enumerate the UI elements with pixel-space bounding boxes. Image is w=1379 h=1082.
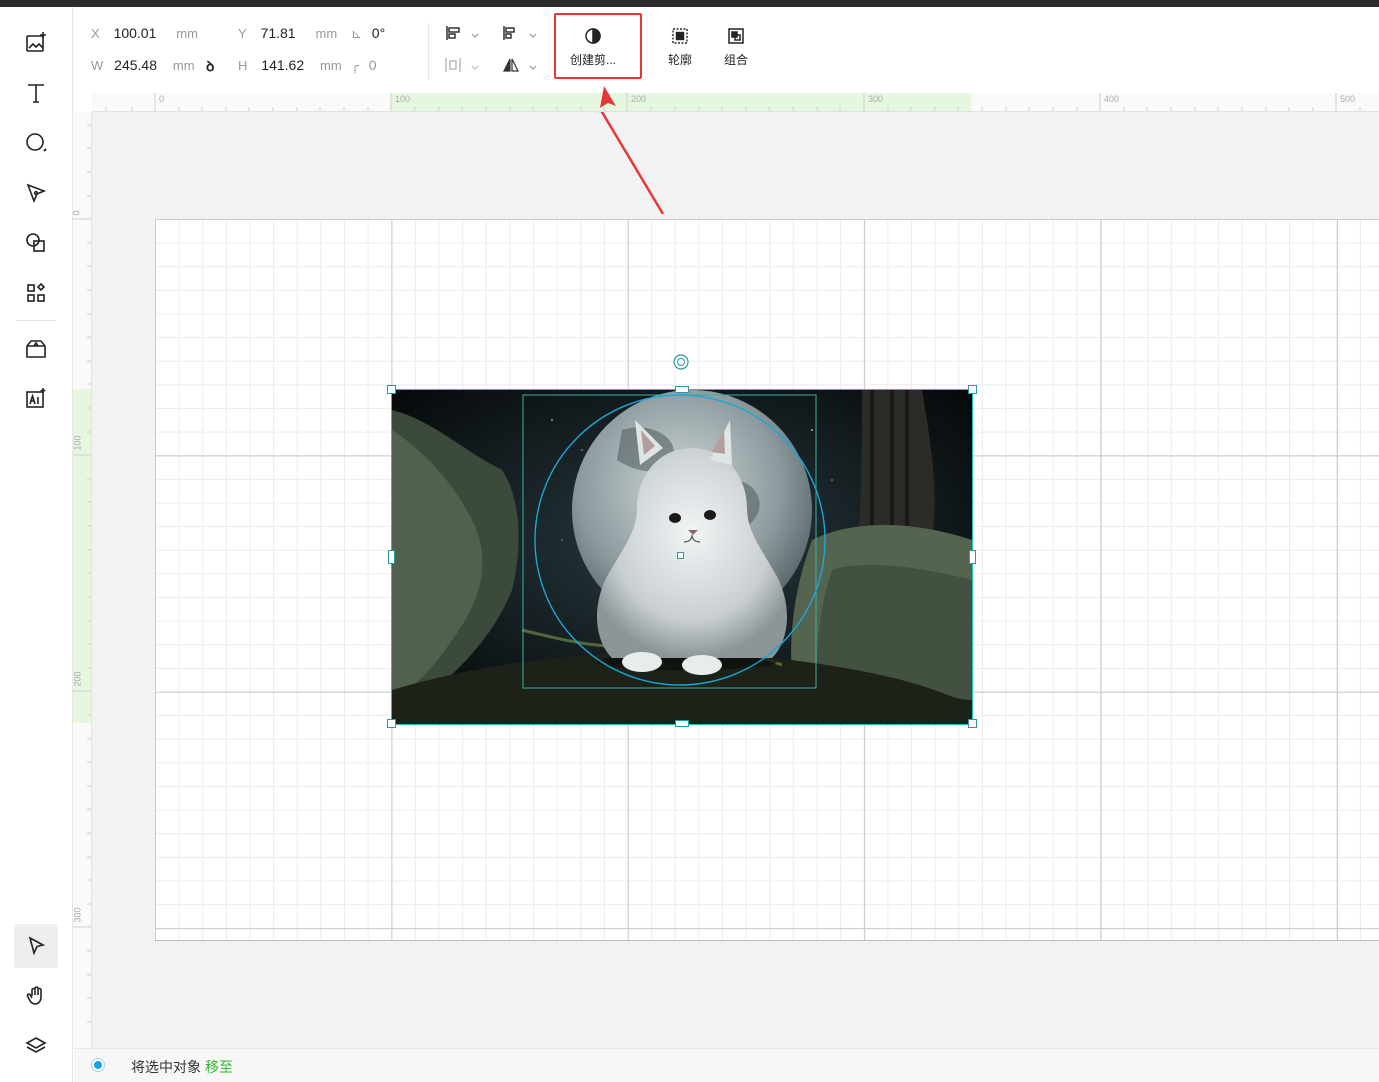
text-icon — [28, 84, 44, 103]
toolbar-divider — [16, 320, 56, 321]
canvas-area[interactable] — [92, 112, 1379, 1048]
add-image-icon — [26, 32, 46, 52]
resize-handle-top-right[interactable] — [968, 385, 977, 394]
x-field[interactable]: X 100.01 mm — [91, 25, 198, 41]
w-value[interactable]: 245.48 — [114, 57, 157, 73]
select-tool[interactable] — [14, 924, 58, 968]
window-top-strip — [0, 0, 1379, 7]
text-tool[interactable] — [14, 71, 58, 115]
property-toolbar: X 100.01 mm Y 71.81 mm ⊾ 0° W 245.48 mm … — [74, 7, 1379, 93]
align-horizontal-icon — [446, 26, 460, 40]
ruler-label: 500 — [1340, 94, 1356, 104]
lock-ratio-icon[interactable]: ꝺ — [206, 57, 214, 76]
add-image-tool[interactable] — [14, 21, 58, 65]
shapes-icon — [26, 233, 45, 252]
y-field[interactable]: Y 71.81 mm — [238, 25, 337, 41]
resize-handle-right[interactable] — [969, 550, 976, 564]
ruler-label: 100 — [73, 435, 83, 451]
annotation-arrow-icon — [600, 86, 616, 108]
ruler-label: 100 — [395, 94, 411, 104]
ruler-label: 200 — [631, 94, 647, 104]
y-unit: mm — [315, 26, 338, 41]
horizontal-ruler: 0 100 200 300 400 500 — [92, 93, 1379, 112]
highlight-box — [554, 13, 642, 79]
status-indicator-icon — [91, 1058, 105, 1072]
resize-handle-bottom[interactable] — [675, 720, 689, 727]
vertical-ruler: 0 100 200 300 — [73, 112, 92, 1048]
status-text: 将选中对象 — [131, 1059, 201, 1075]
w-unit: mm — [172, 58, 195, 73]
resize-handle-bottom-left[interactable] — [387, 719, 396, 728]
flip-icon — [503, 58, 519, 72]
chevron-down-icon — [529, 65, 537, 70]
material-tool[interactable] — [14, 327, 58, 371]
chevron-down-icon — [471, 65, 479, 70]
ruler-label: 300 — [73, 907, 83, 923]
x-label: X — [91, 26, 100, 41]
outline-icon — [672, 28, 688, 44]
corner-radius-field[interactable]: ╭ 0 — [351, 57, 377, 74]
y-label: Y — [238, 26, 247, 41]
resize-handle-top[interactable] — [675, 386, 689, 393]
ellipse-tool[interactable] — [14, 121, 58, 165]
corner-radius-icon: ╭ — [351, 58, 359, 73]
ruler-label: 0 — [159, 94, 165, 104]
x-value[interactable]: 100.01 — [114, 25, 157, 41]
layers-tool[interactable] — [14, 1024, 58, 1068]
shapes-tool[interactable] — [14, 221, 58, 265]
resize-handle-top-left[interactable] — [387, 385, 396, 394]
status-bar: 将选中对象 移至 — [74, 1048, 1379, 1082]
ai-image-tool[interactable] — [14, 377, 58, 421]
move-to-link[interactable]: 移至 — [205, 1057, 233, 1077]
h-label: H — [238, 58, 248, 73]
ruler-label: 300 — [868, 94, 884, 104]
circle-icon — [26, 133, 47, 152]
clip-center-handle[interactable] — [677, 552, 684, 559]
width-field[interactable]: W 245.48 mm — [91, 57, 195, 73]
layers-icon — [25, 1037, 47, 1053]
corner-radius-value[interactable]: 0 — [369, 57, 377, 73]
ai-icon — [26, 388, 46, 408]
toolbar-separator — [428, 23, 429, 79]
align-horizontal-dropdown[interactable] — [444, 25, 480, 44]
group-button[interactable]: 组合 — [712, 27, 760, 68]
align-left-icon — [503, 26, 515, 40]
flip-dropdown[interactable] — [502, 57, 538, 76]
pen-icon — [26, 183, 47, 204]
angle-icon: ⊾ — [351, 26, 362, 41]
ruler-label: 0 — [73, 210, 82, 215]
rotation-value[interactable]: 0° — [372, 25, 385, 41]
rotation-field[interactable]: ⊾ 0° — [351, 25, 385, 42]
pen-tool[interactable] — [14, 171, 58, 215]
distribute-icon — [445, 58, 461, 72]
ruler-label: 200 — [73, 671, 83, 687]
x-unit: mm — [176, 26, 198, 41]
outline-label: 轮廓 — [667, 53, 692, 67]
left-toolbar — [0, 7, 73, 1082]
outline-button[interactable]: 轮廓 — [656, 27, 704, 68]
hand-icon — [26, 986, 42, 1005]
align-left-dropdown[interactable] — [502, 25, 538, 44]
group-icon — [728, 28, 744, 44]
w-label: W — [91, 58, 104, 73]
distribute-dropdown[interactable] — [444, 57, 480, 76]
chevron-down-icon — [529, 33, 537, 38]
hand-tool[interactable] — [14, 974, 58, 1018]
resize-handle-left[interactable] — [388, 550, 395, 564]
group-label: 组合 — [723, 53, 748, 67]
chevron-down-icon — [471, 33, 479, 38]
status-dot — [94, 1061, 102, 1069]
h-value[interactable]: 141.62 — [261, 57, 304, 73]
ruler-label: 400 — [1104, 94, 1120, 104]
resize-handle-bottom-right[interactable] — [968, 719, 977, 728]
h-unit: mm — [320, 58, 342, 73]
cursor-arrow-icon — [28, 936, 46, 956]
grid-components-icon — [27, 282, 46, 302]
y-value[interactable]: 71.81 — [261, 25, 296, 41]
box-icon — [26, 340, 46, 358]
ruler-ticks — [105, 93, 1361, 111]
components-tool[interactable] — [14, 271, 58, 315]
height-field[interactable]: H 141.62 mm — [238, 57, 342, 73]
